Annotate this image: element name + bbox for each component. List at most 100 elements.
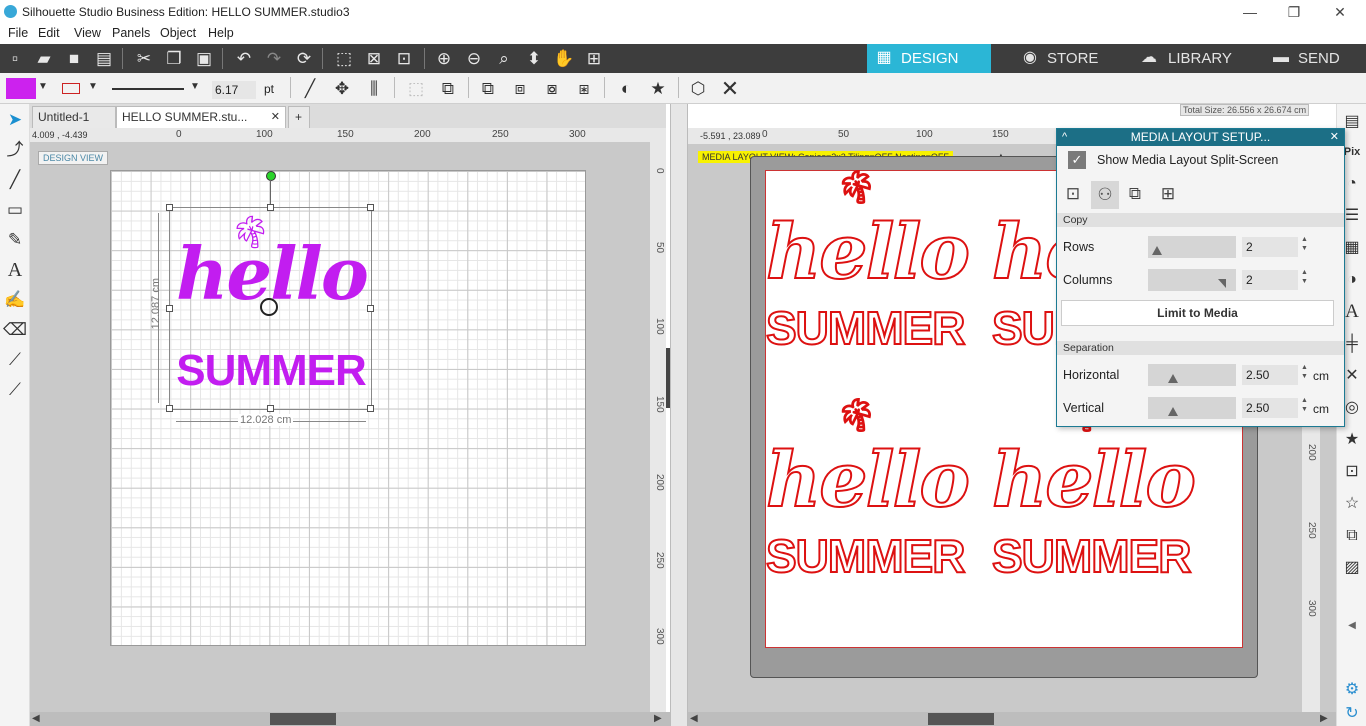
rotate-handle[interactable] [266, 171, 276, 181]
open-folder-icon[interactable]: ▰ [32, 47, 56, 70]
line-draw-icon[interactable]: ╱ [3, 168, 27, 192]
tab-design[interactable]: ▦ DESIGN [867, 44, 991, 73]
panel-close-icon[interactable]: ✕ [1330, 129, 1339, 146]
slider-thumb[interactable] [1168, 407, 1178, 416]
line-style-sample[interactable] [112, 88, 184, 90]
star-icon[interactable]: ★ [646, 77, 670, 100]
deselect-icon[interactable]: ⊠ [362, 47, 386, 70]
copy-1[interactable]: 🌴︎ hello SUMMER [765, 168, 971, 372]
cut-icon[interactable]: ✂ [132, 47, 156, 70]
fill-color-swatch[interactable] [6, 78, 36, 99]
mode-page-icon[interactable]: ⊡ [1063, 183, 1083, 205]
weld-icon[interactable]: ⧉ [476, 77, 500, 100]
undo-icon[interactable]: ↶ [232, 47, 256, 70]
columns-slider[interactable] [1148, 269, 1236, 291]
close-toolbar-icon[interactable]: ✕ [718, 77, 742, 100]
line-color-swatch[interactable] [62, 83, 80, 94]
rows-input[interactable]: 2 [1242, 237, 1298, 257]
menu-edit[interactable]: Edit [38, 26, 60, 40]
mode-copies-icon[interactable]: ⚇ [1091, 181, 1119, 209]
intersect-icon[interactable]: ⧇ [540, 77, 564, 100]
redo-icon[interactable]: ↷ [262, 47, 286, 70]
limit-to-media-button[interactable]: Limit to Media [1061, 300, 1334, 326]
horizontal-scroll-thumb[interactable] [928, 713, 994, 725]
resize-handle[interactable] [367, 305, 374, 312]
show-split-checkbox[interactable]: ✓ [1068, 151, 1086, 169]
3d-box-icon[interactable]: ⬡ [686, 77, 710, 100]
copy-icon[interactable]: ❐ [162, 47, 186, 70]
horizontal-slider[interactable] [1148, 364, 1236, 386]
trace-icon[interactable]: ⊡ [1340, 460, 1364, 484]
eyedropper-icon[interactable]: ⟋ [3, 378, 27, 402]
new-document-icon[interactable]: ▫ [3, 47, 27, 70]
fill-dropdown-icon[interactable]: ▼ [38, 81, 48, 92]
print-icon[interactable]: ▤ [92, 47, 116, 70]
menu-panels[interactable]: Panels [112, 26, 150, 40]
resize-handle[interactable] [367, 204, 374, 211]
pan-hand-icon[interactable]: ✋ [552, 47, 576, 70]
tab-close-icon[interactable]: ✕ [271, 107, 280, 127]
line-color-dropdown-icon[interactable]: ▼ [88, 81, 98, 92]
select-arrow-icon[interactable]: ➤ [3, 108, 27, 132]
resize-handle[interactable] [267, 204, 274, 211]
panel-collapse-icon[interactable]: ^ [1062, 129, 1067, 146]
text-tool-icon[interactable]: A [3, 258, 27, 282]
restore-button[interactable]: ❐ [1284, 2, 1304, 22]
horizontal-spinner[interactable]: ▲ ▼ [1301, 363, 1309, 381]
crop-icon[interactable]: ⧆ [572, 77, 596, 100]
paste-icon[interactable]: ▣ [192, 47, 216, 70]
split-divider[interactable] [670, 104, 688, 726]
settings-gear-icon[interactable]: ⚙ [1340, 678, 1364, 702]
mode-nesting-icon[interactable]: ⊞ [1157, 183, 1179, 205]
copy-3[interactable]: 🌴︎ hello SUMMER [765, 396, 971, 600]
subtract-icon[interactable]: ⧈ [508, 77, 532, 100]
scroll-right-icon[interactable]: ▶ [1320, 713, 1328, 724]
vertical-input[interactable]: 2.50 [1242, 398, 1298, 418]
point-edit-icon[interactable]: ⤴ [3, 138, 27, 162]
mode-tiling-icon[interactable]: ⧉ [1125, 183, 1145, 205]
rectangle-icon[interactable]: ▭ [3, 198, 27, 222]
new-tab-button[interactable]: + [288, 106, 310, 128]
menu-help[interactable]: Help [208, 26, 234, 40]
move-icon[interactable]: ✥ [330, 77, 354, 100]
tab-untitled[interactable]: Untitled-1 [32, 106, 116, 128]
tab-library[interactable]: ☁ LIBRARY [1130, 44, 1256, 73]
menu-view[interactable]: View [74, 26, 101, 40]
tab-hello-summer[interactable]: HELLO SUMMER.stu... ✕ [116, 106, 286, 128]
rows-spinner[interactable]: ▲ ▼ [1301, 235, 1309, 253]
group-icon[interactable]: ⬚ [404, 77, 428, 100]
move-down-icon[interactable]: ⬍ [522, 47, 546, 70]
star-outline-icon[interactable]: ☆ [1340, 492, 1364, 516]
zoom-box-icon[interactable]: ⌕ [492, 47, 516, 70]
scroll-right-icon[interactable]: ▶ [654, 713, 662, 724]
zoom-in-icon[interactable]: ⊕ [432, 47, 456, 70]
horizontal-input[interactable]: 2.50 [1242, 365, 1298, 385]
pencil-icon[interactable]: ✎ [3, 228, 27, 252]
eraser-icon[interactable]: ⌫ [3, 318, 27, 342]
menu-file[interactable]: File [8, 26, 28, 40]
horizontal-scroll-thumb[interactable] [270, 713, 336, 725]
line-style-dropdown-icon[interactable]: ▼ [190, 81, 200, 92]
star-favorite-icon[interactable]: ★ [1340, 428, 1364, 452]
ungroup-icon[interactable]: ⧉ [436, 77, 460, 100]
design-canvas[interactable]: 4.009 , -4.439 0 100 150 200 250 300 0 5… [30, 128, 682, 712]
line-tool-icon[interactable]: ╱ [298, 77, 322, 100]
layers-icon[interactable]: ⧉ [1340, 524, 1364, 548]
resize-handle[interactable] [166, 305, 173, 312]
resize-handle[interactable] [166, 204, 173, 211]
shapes-icon[interactable]: ◐ [614, 77, 638, 100]
knife-icon[interactable]: ⟋ [3, 348, 27, 372]
close-window-button[interactable]: ✕ [1330, 2, 1350, 22]
columns-input[interactable]: 2 [1242, 270, 1298, 290]
vertical-slider[interactable] [1148, 397, 1236, 419]
select-all-icon[interactable]: ⬚ [332, 47, 356, 70]
sketch-icon[interactable]: ✍ [3, 288, 27, 312]
redraw-icon[interactable]: ⟳ [292, 47, 316, 70]
line-width-input[interactable]: 6.17 [212, 81, 256, 99]
slider-thumb[interactable] [1218, 279, 1226, 288]
horizontal-scrollbar-right[interactable]: ◀ ▶ [688, 712, 1336, 726]
collapse-strip-icon[interactable]: ◀ [1340, 614, 1364, 638]
fit-to-page-icon[interactable]: ⊞ [582, 47, 606, 70]
tab-send[interactable]: ▬ SEND [1264, 44, 1366, 73]
resize-handle[interactable] [267, 405, 274, 412]
